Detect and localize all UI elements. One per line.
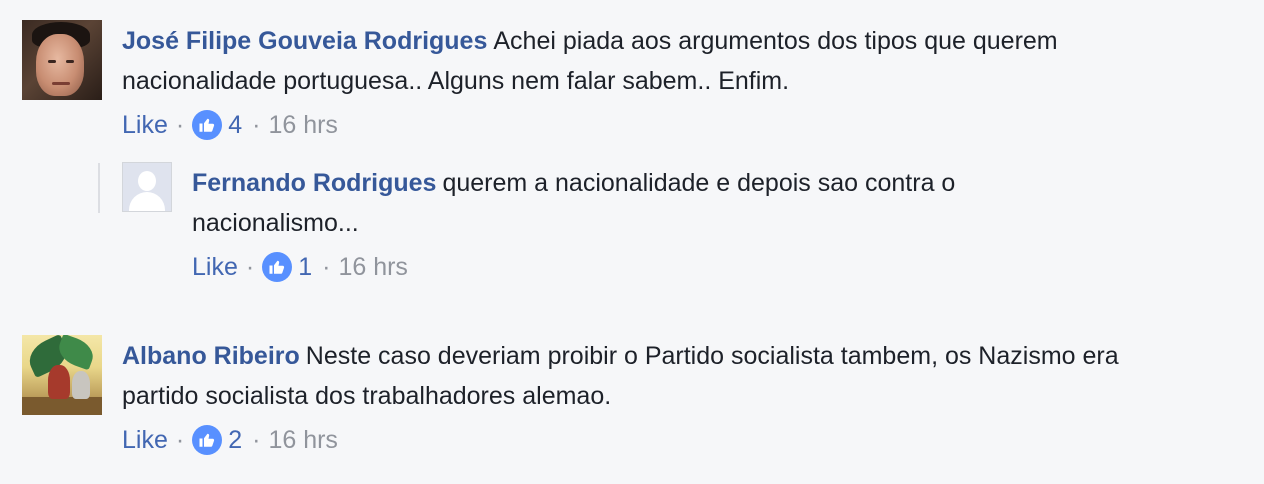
like-button[interactable]: Like [122,111,168,140]
reaction-count: 1 [298,252,313,281]
reply-indent-line [98,163,100,213]
comment-body: Albano Ribeiro Neste caso deveriam proibi… [122,335,1122,458]
separator: · [322,252,331,281]
comment-text-block: Fernando Rodrigues querem a nacionalidade… [192,163,1092,243]
reaction-summary[interactable]: 2 [192,425,242,455]
thumbs-up-icon [192,425,223,455]
separator: · [252,425,261,454]
comment-timestamp[interactable]: 16 hrs [338,253,407,282]
like-button[interactable]: Like [122,426,168,455]
like-button[interactable]: Like [192,253,238,282]
comment-text-block: Albano Ribeiro Neste caso deveriam proibi… [122,336,1122,416]
comment: José Filipe Gouveia Rodrigues Achei piada… [22,20,1122,143]
comment-actions: Like · 4 · 16 hrs [122,107,1122,143]
separator: · [175,110,185,139]
reaction-count: 2 [228,425,243,454]
comment-author-link[interactable]: Albano Ribeiro [122,342,300,370]
avatar[interactable] [122,162,172,212]
comment-text-block: José Filipe Gouveia Rodrigues Achei piada… [122,21,1122,101]
thumbs-up-icon [192,110,223,140]
comment-author-link[interactable]: Fernando Rodrigues [192,169,436,197]
thumbs-up-icon [262,252,293,282]
comment-actions: Like · 2 · 16 hrs [122,422,1122,458]
comment-timestamp[interactable]: 16 hrs [268,111,337,140]
separator: · [245,252,255,281]
comment-body: José Filipe Gouveia Rodrigues Achei piada… [122,20,1122,143]
reply-comment: Fernando Rodrigues querem a nacionalidade… [122,162,1092,285]
comment-actions: Like · 1 · 16 hrs [192,249,1092,285]
comment-timestamp[interactable]: 16 hrs [268,426,337,455]
avatar[interactable] [22,20,102,100]
comment-author-link[interactable]: José Filipe Gouveia Rodrigues [122,27,487,55]
separator: · [175,425,185,454]
comment-body: Fernando Rodrigues querem a nacionalidade… [192,162,1092,285]
comment-thread: José Filipe Gouveia Rodrigues Achei piada… [0,0,1264,484]
comment: Albano Ribeiro Neste caso deveriam proibi… [22,335,1122,458]
separator: · [252,110,261,139]
reaction-summary[interactable]: 1 [262,252,312,282]
reaction-count: 4 [228,110,243,139]
avatar[interactable] [22,335,102,415]
reaction-summary[interactable]: 4 [192,110,242,140]
